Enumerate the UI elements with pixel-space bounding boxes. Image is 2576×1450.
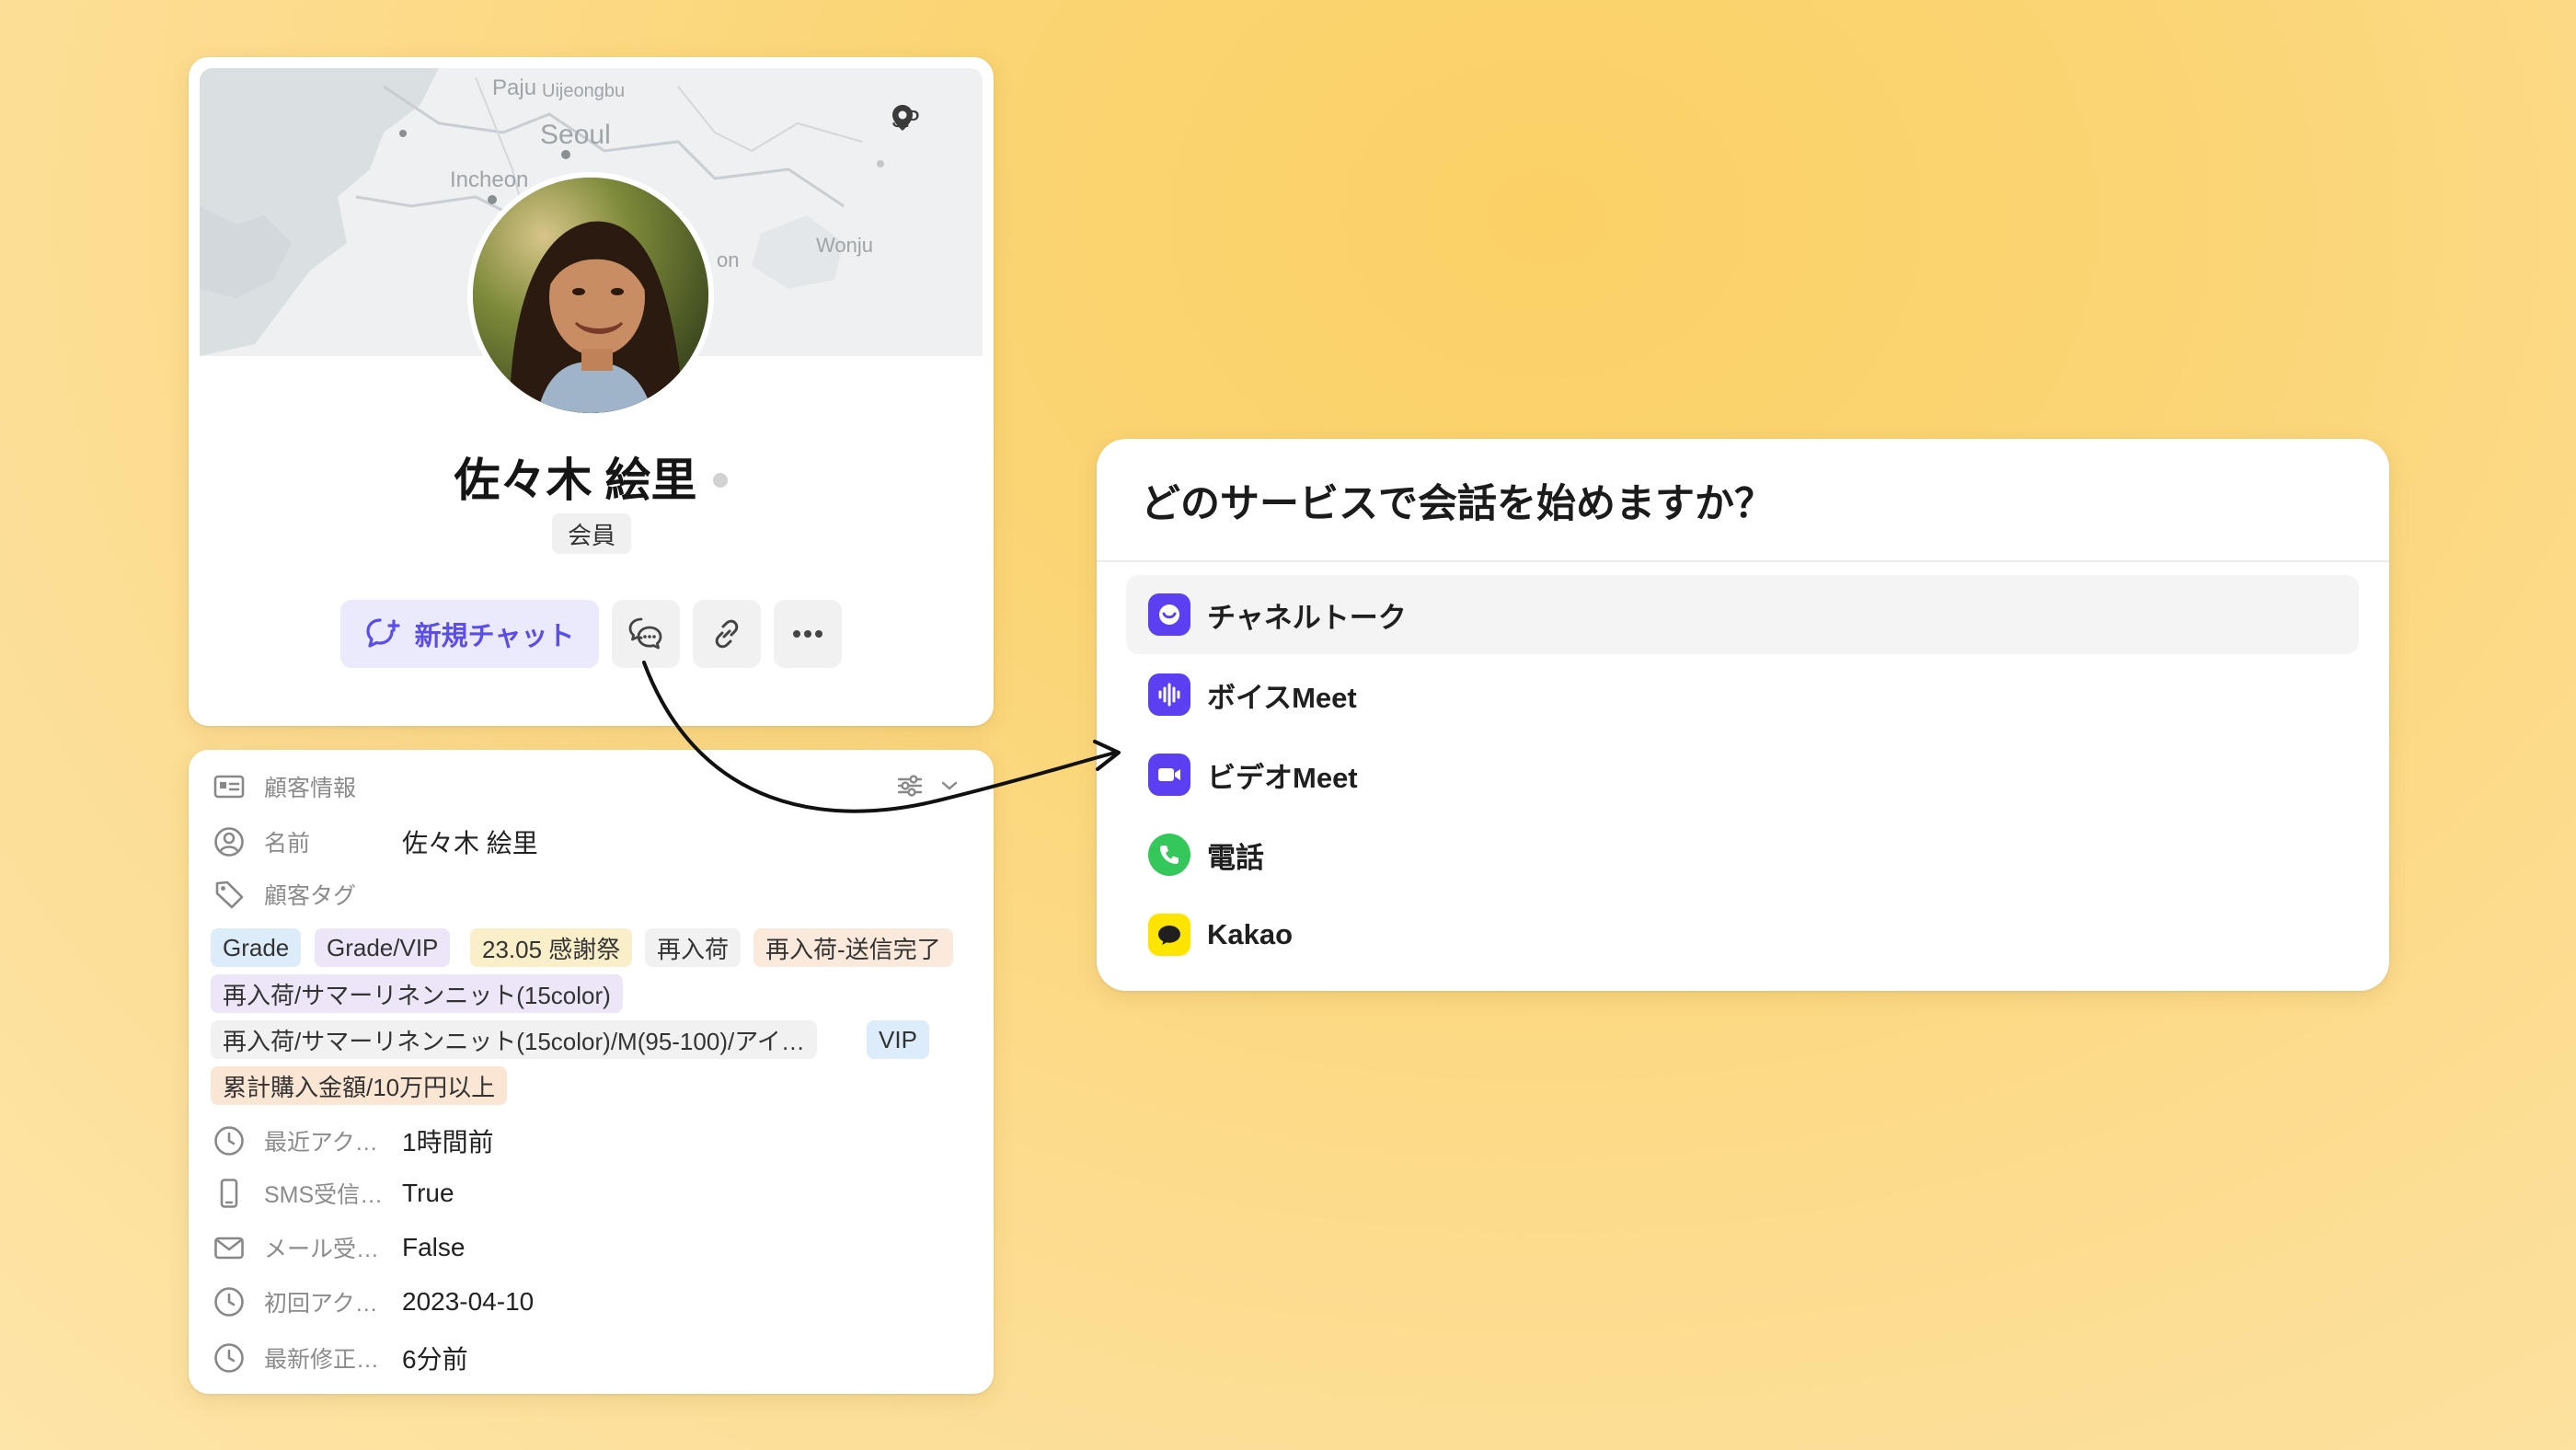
service-label: チャネルトーク (1207, 601, 1407, 634)
video-icon (1148, 754, 1190, 796)
new-chat-label: 新規チャット (414, 622, 575, 651)
profile-name: 佐々木 絵里 (189, 443, 994, 510)
service-option-video-meet[interactable]: ビデオMeet (1126, 735, 2359, 814)
kakao-icon (1148, 914, 1190, 956)
tag-icon (213, 878, 246, 911)
tags-label: 顧客タグ (264, 883, 357, 909)
chat-bubbles-icon (628, 617, 662, 650)
profile-name-text: 佐々木 絵里 (454, 455, 697, 506)
customer-tag[interactable]: 再入荷/サマーリネンニット(15color) (211, 974, 623, 1013)
info-settings-toggle[interactable] (896, 772, 959, 800)
name-value: 佐々木 絵里 (402, 829, 538, 857)
service-option-phone[interactable]: 電話 (1126, 815, 2359, 894)
more-button[interactable] (774, 600, 842, 668)
attribute-label: 最新修正… (264, 1347, 380, 1373)
attribute-value: 6分前 (402, 1345, 468, 1374)
phone-call-icon (1148, 834, 1190, 876)
name-label: 名前 (264, 831, 311, 857)
section-title: 顧客情報 (264, 776, 357, 801)
customer-tag[interactable]: Grade/VIP (315, 928, 451, 967)
map-label: Incheon (450, 167, 529, 192)
attribute-label: SMS受信… (264, 1182, 384, 1208)
sms-row: SMS受信… True (213, 1177, 454, 1210)
email-row: メール受… False (213, 1231, 465, 1264)
location-pin: JP (891, 105, 920, 133)
service-option-voice-meet[interactable]: ボイスMeet (1126, 655, 2359, 734)
add-chat-icon (366, 618, 400, 648)
attribute-value: 2023-04-10 (402, 1287, 535, 1316)
name-row: 名前 佐々木 絵里 (213, 823, 538, 860)
attribute-value: True (402, 1179, 454, 1207)
clock-icon (213, 1124, 246, 1157)
last-access-row: 最近アク… 1時間前 (213, 1122, 494, 1159)
channel-talk-icon (1148, 593, 1190, 636)
voice-icon (1148, 673, 1190, 716)
map-label: Uijeongbu (542, 81, 626, 101)
customer-tag[interactable]: 23.05 感謝祭 (470, 928, 633, 967)
map-pin-icon (891, 105, 913, 131)
attribute-label: 最近アク… (264, 1130, 378, 1156)
mail-icon (213, 1231, 246, 1264)
customer-tag[interactable]: 再入荷-送信完了 (753, 928, 953, 967)
avatar-photo (473, 178, 708, 413)
avatar (467, 172, 714, 419)
chevron-down-icon (941, 781, 958, 790)
user-icon (213, 825, 246, 858)
link-icon (715, 619, 739, 649)
id-card-icon (213, 770, 246, 803)
profile-card: Paju Uijeongbu Seoul Incheon Wonju on JP (189, 57, 994, 726)
phone-icon (213, 1177, 246, 1210)
service-label: ボイスMeet (1207, 681, 1357, 714)
info-section-header: 顧客情報 (213, 770, 356, 803)
service-label: Kakao (1207, 918, 1294, 950)
first-access-row: 初回アク… 2023-04-10 (213, 1285, 534, 1318)
attribute-value: 1時間前 (402, 1128, 494, 1157)
presence-indicator (713, 472, 729, 488)
service-select-popup: どのサービスで会話を始めますか？ チャネルトーク ボイスMeet ビデオMeet… (1097, 439, 2389, 991)
divider (1097, 560, 2389, 562)
attribute-label: メール受… (264, 1237, 380, 1262)
clock-icon (213, 1285, 246, 1318)
customer-info-card: 顧客情報 名前 佐々木 絵里 顧客タグ Grade Grade/VIP 23.0… (189, 750, 994, 1394)
service-label: ビデオMeet (1207, 761, 1358, 794)
customer-tag[interactable]: Grade (211, 928, 302, 967)
customer-tag[interactable]: 再入荷/サマーリネンニット(15color)/M(95-100)/アイ… (211, 1020, 817, 1059)
service-option-kakao[interactable]: Kakao (1126, 895, 2359, 974)
copy-link-button[interactable] (693, 600, 761, 668)
chats-button[interactable] (612, 600, 680, 668)
map-label: on (717, 248, 740, 271)
service-label: 電話 (1207, 841, 1264, 874)
map-label: Paju (492, 75, 537, 100)
last-modified-row: 最新修正… 6分前 (213, 1340, 468, 1376)
sliders-icon (897, 775, 923, 797)
clock-icon (213, 1341, 246, 1375)
more-icon (793, 630, 822, 638)
tags-row: 顧客タグ (213, 878, 402, 911)
map-label: Wonju (816, 234, 873, 257)
customer-tag[interactable]: 再入荷 (645, 928, 742, 967)
member-badge: 会員 (552, 513, 631, 554)
customer-tag[interactable]: 累計購入金額/10万円以上 (211, 1066, 508, 1105)
popup-title: どのサービスで会話を始めますか？ (1141, 482, 1774, 526)
attribute-label: 初回アク… (264, 1291, 378, 1317)
map-label: Seoul (540, 120, 611, 150)
profile-actions: 新規チャット (340, 600, 842, 668)
attribute-value: False (402, 1233, 466, 1261)
new-chat-button[interactable]: 新規チャット (340, 600, 599, 668)
customer-tag[interactable]: VIP (867, 1020, 929, 1059)
service-option-channel-talk[interactable]: チャネルトーク (1126, 575, 2359, 654)
